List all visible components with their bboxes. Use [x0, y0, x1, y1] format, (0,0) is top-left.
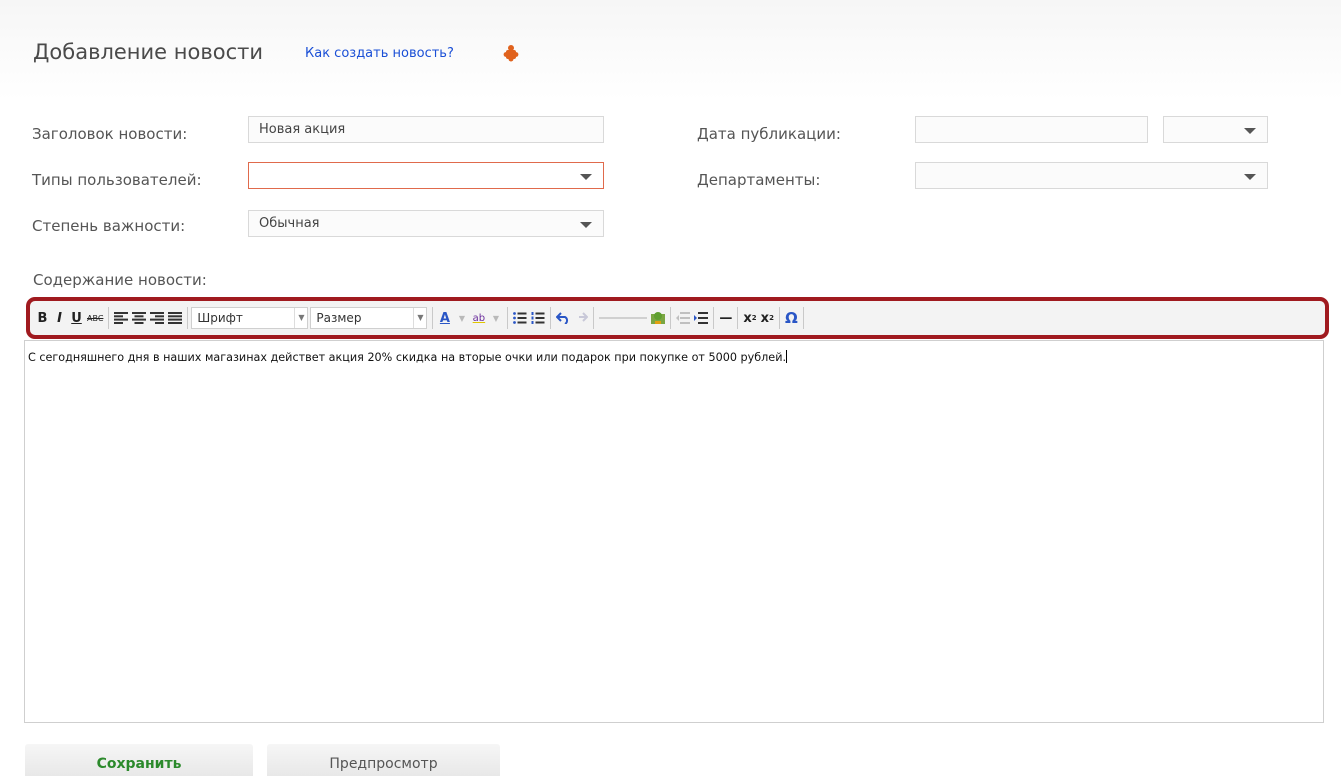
help-link[interactable]: Как создать новость? [305, 46, 454, 61]
font-select-label: Шрифт [197, 311, 243, 325]
strikethrough-button[interactable]: ABC [85, 307, 105, 329]
align-right-icon [150, 312, 165, 324]
toolbar-separator [737, 307, 739, 329]
italic-button[interactable]: I [51, 307, 68, 329]
subscript-button[interactable]: x2 [741, 307, 758, 329]
puzzle-icon[interactable] [503, 44, 519, 62]
chevron-down-icon [580, 222, 592, 228]
save-button[interactable]: Сохранить [25, 744, 253, 776]
align-left-button[interactable] [112, 307, 130, 329]
toolbar-separator [432, 307, 434, 329]
superscript-button[interactable]: x2 [759, 307, 776, 329]
chevron-down-icon [1244, 128, 1256, 134]
special-char-button[interactable]: Ω [783, 307, 800, 329]
chevron-down-icon: ▼ [294, 308, 307, 328]
toolbar-separator [108, 307, 110, 329]
numbered-list-button[interactable] [529, 307, 547, 329]
redo-icon [579, 312, 589, 322]
superscript-label: x [760, 310, 770, 326]
toolbar-separator [713, 307, 715, 329]
link-button[interactable] [597, 307, 649, 329]
outdent-icon [676, 312, 691, 324]
size-select[interactable]: Размер ▼ [310, 307, 428, 329]
title-input-value: Новая акция [259, 122, 346, 137]
title-label: Заголовок новости: [32, 125, 188, 143]
image-button[interactable] [649, 307, 667, 329]
align-right-button[interactable] [148, 307, 166, 329]
align-center-button[interactable] [130, 307, 148, 329]
align-left-icon [114, 312, 129, 324]
departments-select[interactable] [915, 162, 1268, 189]
bullet-list-button[interactable] [511, 307, 529, 329]
content-label: Содержание новости: [33, 271, 207, 289]
chevron-down-icon [1244, 174, 1256, 180]
align-center-icon [132, 312, 147, 324]
underline-button[interactable]: U [68, 307, 85, 329]
toolbar-separator [778, 307, 780, 329]
title-input[interactable]: Новая акция [248, 116, 604, 143]
text-color-dropdown[interactable]: ▼ [453, 307, 470, 329]
outdent-button[interactable] [674, 307, 692, 329]
pub-time-select[interactable] [1163, 116, 1268, 143]
image-icon [651, 312, 666, 324]
undo-button[interactable] [554, 307, 572, 329]
numbered-list-icon [531, 312, 545, 324]
toolbar-separator [187, 307, 189, 329]
user-types-label: Типы пользователей: [32, 171, 202, 189]
bold-button[interactable]: B [34, 307, 51, 329]
importance-select[interactable]: Обычная [248, 210, 604, 237]
departments-label: Департаменты: [697, 171, 821, 189]
toolbar-separator [507, 307, 509, 329]
subscript-label: x [743, 310, 752, 326]
indent-button[interactable] [692, 307, 710, 329]
align-justify-icon [168, 312, 183, 324]
toolbar-separator [802, 307, 804, 329]
bullet-list-icon [513, 312, 527, 324]
size-select-label: Размер [316, 311, 362, 325]
link-icon [599, 317, 648, 319]
pub-date-input[interactable] [915, 116, 1148, 143]
indent-icon [694, 312, 709, 324]
user-types-select[interactable] [248, 162, 604, 189]
justify-button[interactable] [166, 307, 184, 329]
toolbar-buttons: B I U ABC Шрифт ▼ Размер ▼ A ▼ ab ▼ — x … [34, 306, 807, 330]
chevron-down-icon [580, 174, 592, 180]
content-editor[interactable]: С сегодняшнего дня в наших магазинах дей… [24, 340, 1324, 723]
editor-content: С сегодняшнего дня в наших магазинах дей… [28, 350, 788, 364]
toolbar-separator [670, 307, 672, 329]
undo-icon [556, 312, 569, 324]
highlight-color-dropdown[interactable]: ▼ [487, 307, 504, 329]
redo-button[interactable] [572, 307, 590, 329]
text-caret [786, 350, 788, 363]
font-select[interactable]: Шрифт ▼ [191, 307, 309, 329]
editor-toolbar: B I U ABC Шрифт ▼ Размер ▼ A ▼ ab ▼ — x … [26, 297, 1329, 339]
text-color-button[interactable]: A [436, 307, 453, 329]
importance-label: Степень важности: [32, 217, 186, 235]
toolbar-separator [550, 307, 552, 329]
editor-text: С сегодняшнего дня в наших магазинах дей… [28, 351, 787, 364]
page-title: Добавление новости [33, 40, 263, 64]
toolbar-separator [593, 307, 595, 329]
horizontal-rule-button[interactable]: — [717, 307, 734, 329]
pub-date-label: Дата публикации: [697, 125, 841, 143]
importance-value: Обычная [259, 216, 320, 231]
highlight-color-button[interactable]: ab [470, 307, 487, 329]
preview-button[interactable]: Предпросмотр [267, 744, 500, 776]
chevron-down-icon: ▼ [413, 308, 426, 328]
